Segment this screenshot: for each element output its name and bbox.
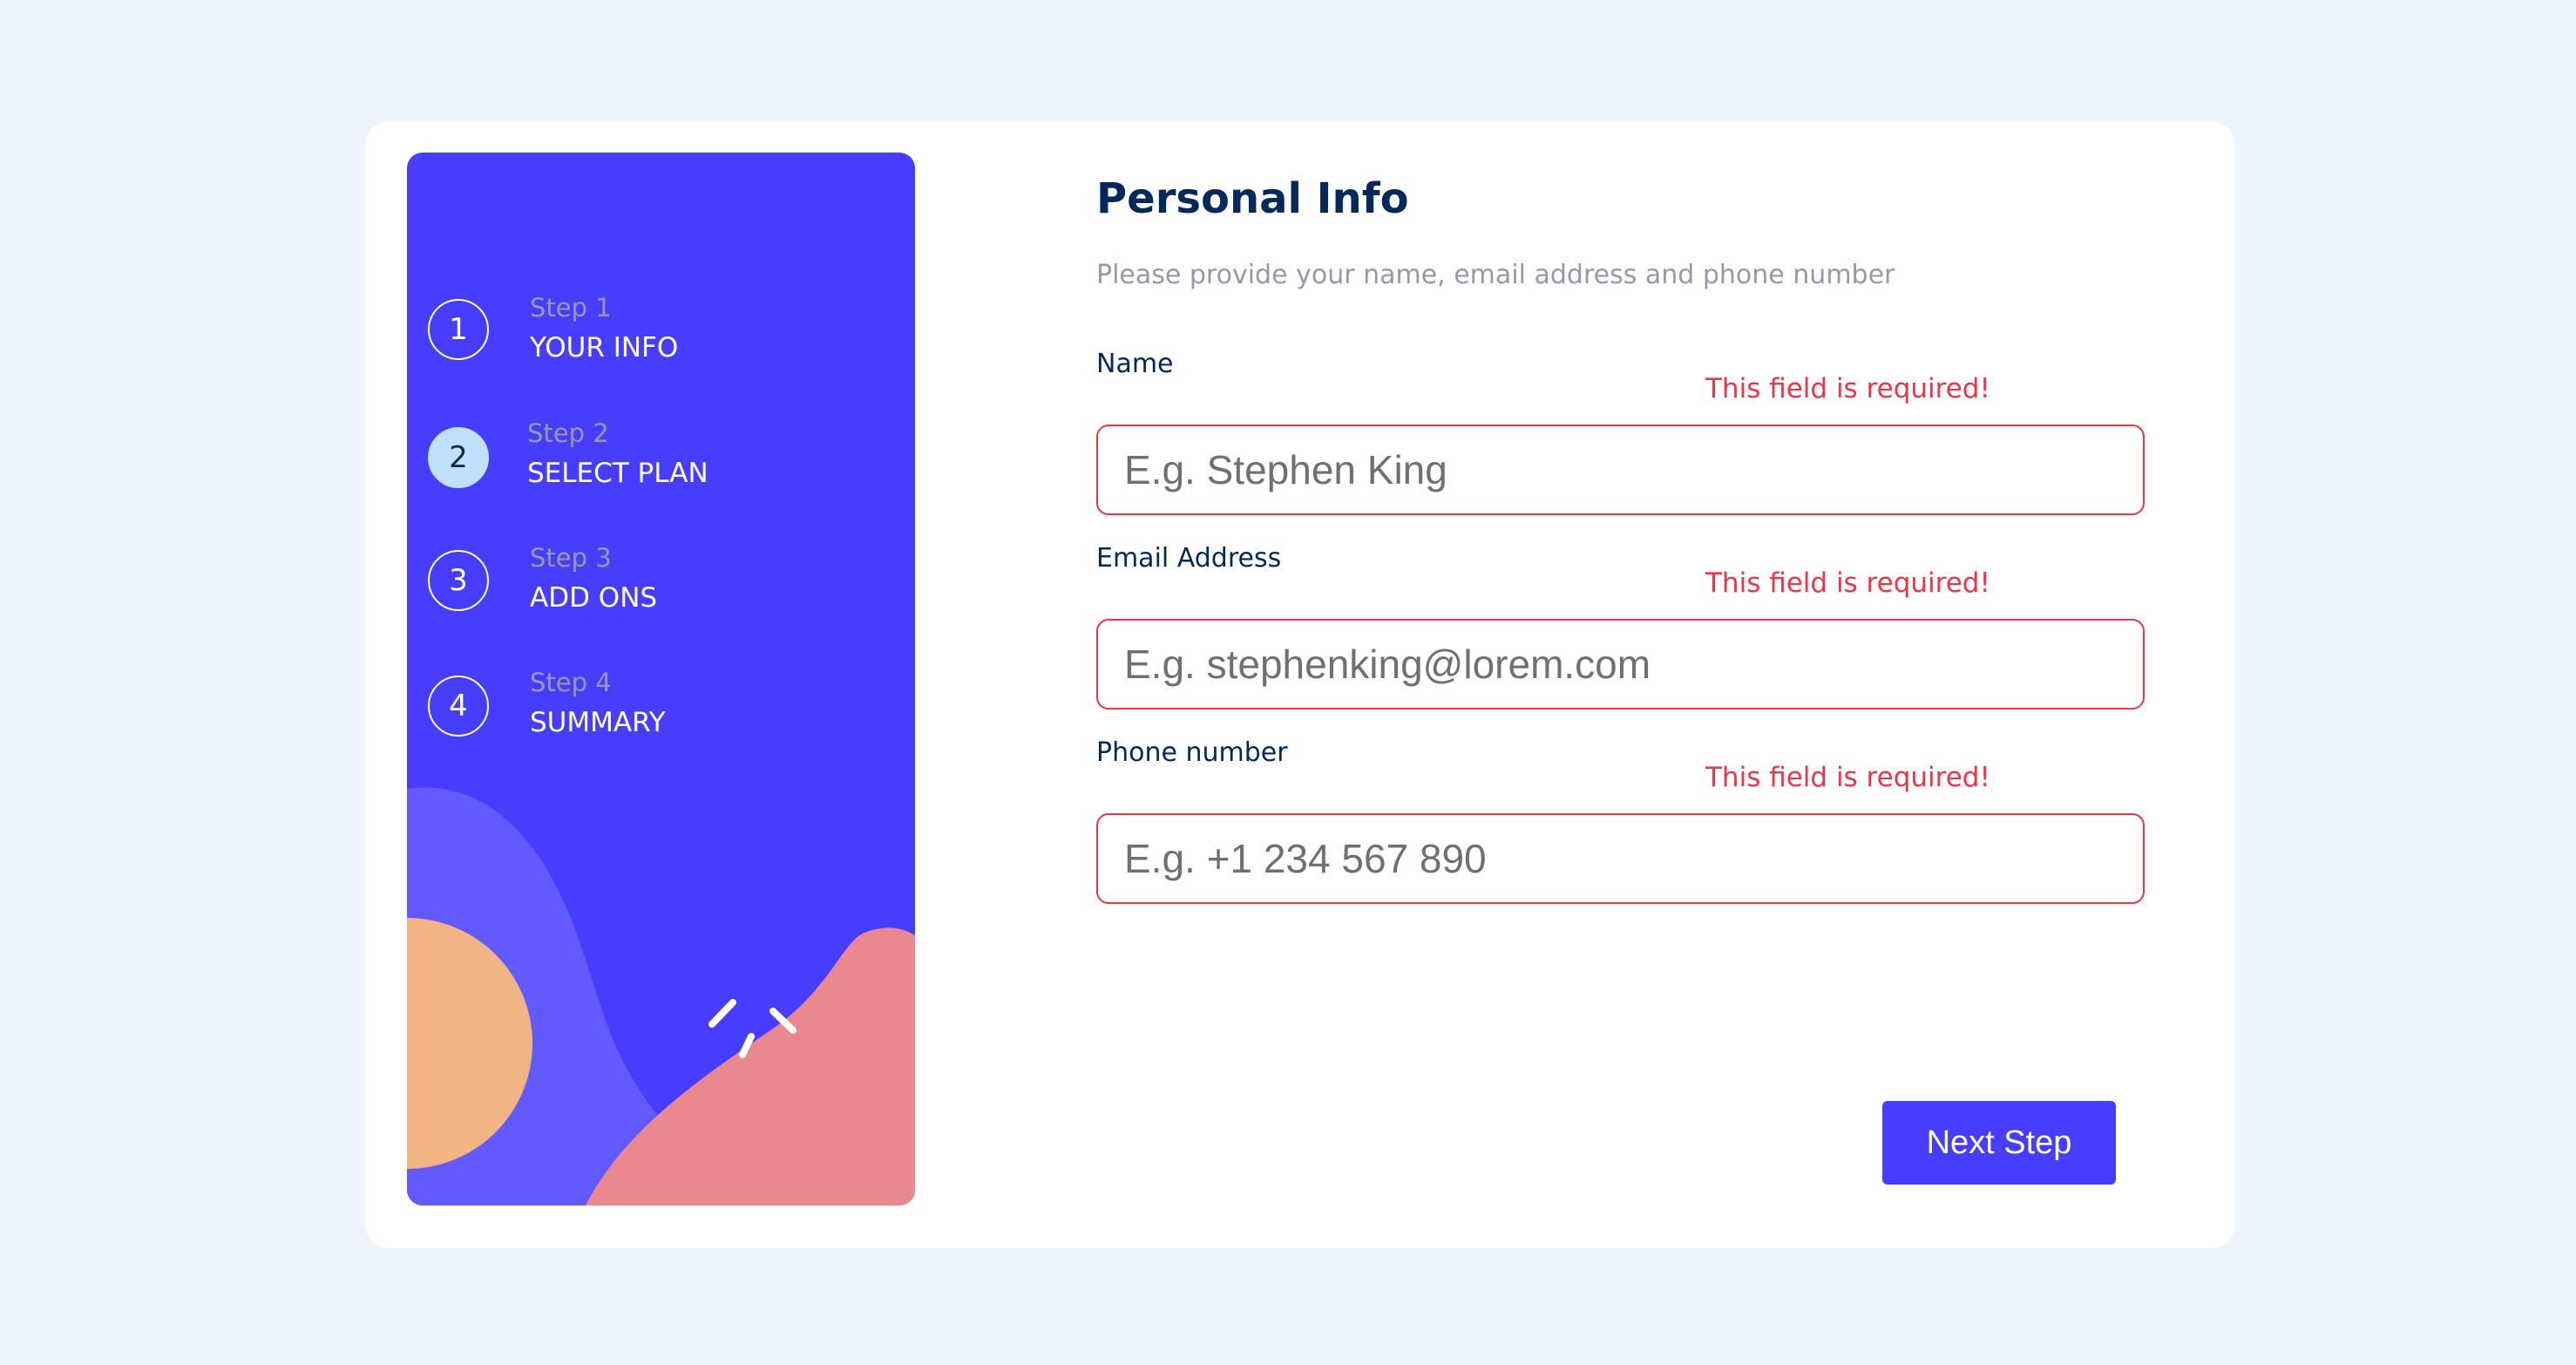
phone-label: Phone number	[1096, 737, 1288, 768]
step-3-number: 3	[428, 550, 489, 611]
phone-error: This field is required!	[1705, 762, 1990, 793]
name-label: Name	[1096, 349, 1174, 379]
step-4-number: 4	[428, 676, 489, 737]
page-subtitle: Please provide your name, email address …	[1096, 260, 1895, 290]
step-4-subtitle: Step 4	[530, 668, 612, 697]
step-1-number: 1	[428, 299, 489, 360]
step-3-subtitle: Step 3	[530, 543, 612, 573]
name-error: This field is required!	[1705, 373, 1990, 404]
sidebar-background-art	[407, 787, 915, 1205]
name-input[interactable]	[1096, 424, 2145, 515]
step-2-number: 2	[428, 427, 489, 488]
email-input[interactable]	[1096, 619, 2145, 710]
step-1-label: YOUR INFO	[530, 332, 679, 363]
step-1-subtitle: Step 1	[530, 293, 612, 323]
step-2-subtitle: Step 2	[527, 418, 609, 448]
email-error: This field is required!	[1705, 567, 1990, 599]
pink-blob-shape	[586, 927, 915, 1205]
sparkle-mark-1	[708, 999, 736, 1028]
step-sidebar: 1 Step 1 YOUR INFO 2 Step 2 SELECT PLAN …	[407, 153, 915, 1205]
step-3-label: ADD ONS	[530, 582, 658, 614]
phone-input[interactable]	[1096, 813, 2145, 904]
step-4-label: SUMMARY	[530, 707, 666, 738]
step-2-label: SELECT PLAN	[527, 458, 708, 489]
page-title: Personal Info	[1096, 174, 1409, 223]
next-step-button[interactable]: Next Step	[1882, 1101, 2116, 1185]
email-label: Email Address	[1096, 543, 1282, 574]
